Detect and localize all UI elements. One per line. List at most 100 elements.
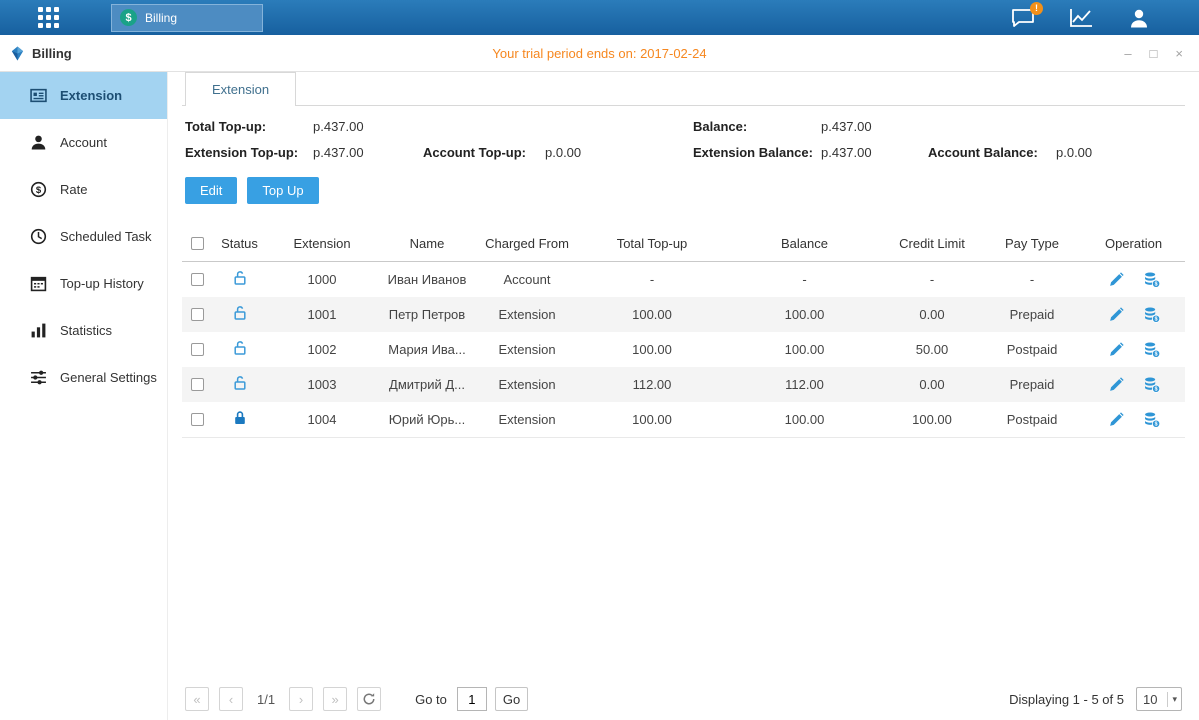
cell-charged-from: Extension [477, 412, 577, 427]
total-topup-label: Total Top-up: [185, 119, 313, 134]
total-topup-value: р.437.00 [313, 119, 364, 134]
prev-page-button[interactable]: ‹ [219, 687, 243, 711]
cell-pay-type: Prepaid [982, 377, 1082, 392]
row-checkbox[interactable] [191, 308, 204, 321]
header-status: Status [212, 236, 267, 251]
row-checkbox[interactable] [191, 378, 204, 391]
first-page-button[interactable]: « [185, 687, 209, 711]
topup-coins-icon[interactable]: $ [1143, 376, 1160, 393]
page-size-value: 10 [1143, 692, 1167, 707]
statistics-chart-icon[interactable] [1069, 8, 1093, 28]
cell-extension: 1001 [267, 307, 377, 322]
edit-pencil-icon[interactable] [1108, 411, 1125, 428]
window-controls: – □ × [1124, 47, 1183, 60]
notification-badge: ! [1030, 2, 1043, 15]
top-up-button[interactable]: Top Up [247, 177, 318, 204]
sidebar-item-account[interactable]: Account [0, 119, 167, 166]
row-checkbox[interactable] [191, 413, 204, 426]
go-button[interactable]: Go [495, 687, 528, 711]
cell-credit-limit: 0.00 [882, 307, 982, 322]
topup-coins-icon[interactable]: $ [1143, 411, 1160, 428]
table-body: 1000 Иван Иванов Account - - - - [182, 262, 1185, 438]
close-icon[interactable]: × [1175, 47, 1183, 60]
goto-label: Go to [415, 692, 447, 707]
goto-page-input[interactable] [457, 687, 487, 711]
page-size-select[interactable]: 10 ▾ [1136, 687, 1182, 711]
chat-icon[interactable]: ! [1011, 8, 1035, 28]
cell-pay-type: - [982, 272, 1082, 287]
topup-coins-icon[interactable]: $ [1143, 271, 1160, 288]
action-buttons: Edit Top Up [182, 177, 1185, 204]
sidebar: Extension Account $ Rate Scheduled Task … [0, 72, 168, 720]
displaying-text: Displaying 1 - 5 of 5 [1009, 692, 1124, 707]
content-tabstrip: Extension [182, 72, 1185, 106]
row-checkbox[interactable] [191, 343, 204, 356]
cell-credit-limit: 100.00 [882, 412, 982, 427]
edit-pencil-icon[interactable] [1108, 306, 1125, 323]
svg-text:$: $ [1154, 422, 1157, 428]
app-launcher-icon[interactable] [38, 7, 59, 28]
select-all-checkbox[interactable] [191, 237, 204, 250]
sidebar-item-topup-history[interactable]: Top-up History [0, 260, 167, 307]
topup-coins-icon[interactable]: $ [1143, 306, 1160, 323]
cell-charged-from: Extension [477, 342, 577, 357]
rate-coin-icon: $ [30, 181, 47, 198]
header-operation: Operation [1082, 236, 1185, 251]
sidebar-item-extension[interactable]: Extension [0, 72, 167, 119]
cell-charged-from: Extension [477, 307, 577, 322]
sidebar-item-label: Top-up History [60, 276, 144, 291]
sidebar-item-scheduled-task[interactable]: Scheduled Task [0, 213, 167, 260]
header-name: Name [377, 236, 477, 251]
edit-pencil-icon[interactable] [1108, 341, 1125, 358]
user-account-icon[interactable] [1127, 8, 1151, 28]
sidebar-item-general-settings[interactable]: General Settings [0, 354, 167, 401]
billing-dollar-icon: $ [120, 9, 137, 26]
window-body: Extension Account $ Rate Scheduled Task … [0, 72, 1199, 720]
status-lock-icon [232, 375, 248, 391]
sidebar-item-rate[interactable]: $ Rate [0, 166, 167, 213]
header-total-topup: Total Top-up [577, 236, 727, 251]
last-page-button[interactable]: » [323, 687, 347, 711]
desktop-topbar: $ Billing ! [0, 0, 1199, 35]
topup-coins-icon[interactable]: $ [1143, 341, 1160, 358]
cell-extension: 1003 [267, 377, 377, 392]
minimize-icon[interactable]: – [1124, 47, 1131, 60]
sidebar-item-label: Rate [60, 182, 87, 197]
maximize-icon[interactable]: □ [1150, 47, 1158, 60]
table-header-row: Status Extension Name Charged From Total… [182, 225, 1185, 262]
window-app-title: Billing [10, 46, 72, 61]
row-checkbox[interactable] [191, 273, 204, 286]
account-balance-label: Account Balance: [928, 145, 1056, 160]
edit-button[interactable]: Edit [185, 177, 237, 204]
extension-table: Status Extension Name Charged From Total… [182, 225, 1185, 438]
cell-pay-type: Prepaid [982, 307, 1082, 322]
person-icon [30, 134, 47, 151]
cell-balance: - [727, 272, 882, 287]
cell-extension: 1004 [267, 412, 377, 427]
account-balance-pair: Account Balance: р.0.00 [928, 145, 1185, 160]
tab-extension[interactable]: Extension [185, 72, 296, 106]
sidebar-item-label: Scheduled Task [60, 229, 152, 244]
table-row: 1001 Петр Петров Extension 100.00 100.00… [182, 297, 1185, 332]
clock-icon [30, 228, 47, 245]
sidebar-item-statistics[interactable]: Statistics [0, 307, 167, 354]
trial-notice: Your trial period ends on: 2017-02-24 [0, 46, 1199, 61]
extension-balance-pair: Extension Balance: р.437.00 [693, 145, 928, 160]
cell-pay-type: Postpaid [982, 412, 1082, 427]
page-info: 1/1 [257, 692, 275, 707]
total-topup-pair: Total Top-up: р.437.00 [185, 119, 423, 134]
sidebar-item-label: Extension [60, 88, 122, 103]
edit-pencil-icon[interactable] [1108, 376, 1125, 393]
next-page-button[interactable]: › [289, 687, 313, 711]
taskbar-billing-tab[interactable]: $ Billing [111, 4, 263, 32]
cell-total-topup: 100.00 [577, 307, 727, 322]
table-row: 1003 Дмитрий Д... Extension 112.00 112.0… [182, 367, 1185, 402]
edit-pencil-icon[interactable] [1108, 271, 1125, 288]
calendar-icon [30, 275, 47, 292]
refresh-button[interactable] [357, 687, 381, 711]
account-topup-pair: Account Top-up: р.0.00 [423, 145, 693, 160]
extension-balance-label: Extension Balance: [693, 145, 821, 160]
cell-charged-from: Account [477, 272, 577, 287]
status-lock-icon [232, 340, 248, 356]
cell-name: Юрий Юрь... [377, 412, 477, 427]
